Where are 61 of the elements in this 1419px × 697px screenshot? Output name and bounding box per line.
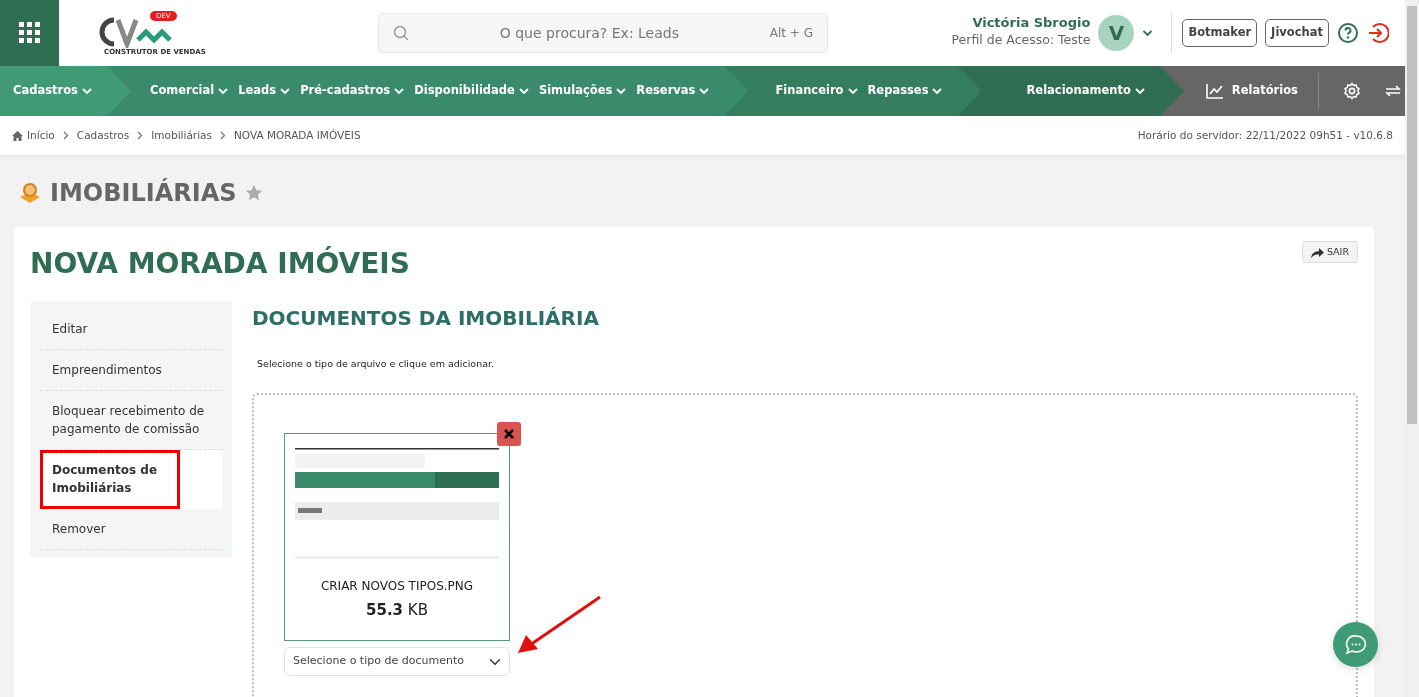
apps-grid-icon[interactable]	[18, 22, 41, 44]
menu-item[interactable]: Pré-cadastros	[295, 82, 410, 100]
chevron-right-icon	[220, 131, 226, 141]
menu-item[interactable]: Disponibilidade	[409, 82, 534, 100]
menu-item[interactable]: Leads	[233, 82, 296, 100]
user-avatar[interactable]: V	[1098, 15, 1135, 51]
breadcrumb-link[interactable]: Cadastros	[76, 127, 130, 144]
sidebar-item[interactable]: Empreendimentos	[40, 350, 222, 391]
file-name: CRIAR NOVOS TIPOS.PNG	[319, 578, 475, 596]
document-type-select[interactable]: Selecione o tipo de documento	[284, 647, 510, 676]
search-field[interactable]: O que procura? Ex: Leads Alt + G	[378, 13, 828, 53]
page-title: IMOBILIÁRIAS	[50, 177, 237, 209]
star-icon[interactable]	[244, 184, 263, 202]
chevron-icon	[932, 87, 943, 95]
menu-item[interactable]: Repasses	[862, 82, 948, 100]
chat-bubble-icon	[1344, 633, 1367, 656]
section-title: DOCUMENTOS DA IMOBILIÁRIA	[252, 305, 600, 332]
breadcrumb-link[interactable]: Início	[27, 127, 55, 144]
home-icon	[12, 130, 23, 141]
share-arrow-icon	[1310, 247, 1324, 258]
record-title: NOVA MORADA IMÓVEIS	[30, 245, 410, 282]
chevron-icon	[1134, 87, 1145, 95]
reports-menu-item[interactable]: Relatórios	[1185, 82, 1318, 100]
menu-item[interactable]: Financeiro	[770, 82, 863, 100]
access-profile: Perfil de Acesso: Teste	[951, 30, 1091, 49]
help-icon[interactable]	[1337, 22, 1359, 44]
search-input[interactable]: O que procura? Ex: Leads	[417, 21, 762, 45]
settings-icon[interactable]	[1342, 82, 1361, 100]
chevron-icon	[518, 87, 529, 95]
breadcrumb-link[interactable]: Imobiliárias	[151, 127, 212, 144]
exit-button[interactable]: SAIR	[1301, 241, 1358, 264]
remove-button[interactable]	[497, 422, 521, 447]
chat-integration-button[interactable]: Botmaker	[1182, 19, 1258, 47]
chevron-icon	[616, 87, 627, 95]
breadcrumb-current: NOVA MORADA IMÓVEIS	[234, 127, 361, 143]
sidebar-item[interactable]: Editar	[40, 309, 222, 350]
chevron-icon	[847, 87, 858, 95]
chevron-right-icon	[62, 131, 69, 141]
logout-icon[interactable]	[1367, 22, 1389, 44]
swap-icon[interactable]	[1384, 85, 1401, 97]
menu-item[interactable]: Simulações	[533, 82, 632, 100]
menu-item[interactable]: Comercial	[144, 82, 234, 100]
chevron-icon[interactable]	[1142, 30, 1154, 38]
file-size: 55.3 KB	[365, 600, 429, 622]
chevron-right-icon	[137, 131, 144, 141]
user-name: Victória Sbrogio	[971, 16, 1091, 31]
search-icon	[393, 25, 409, 41]
sidebar-item[interactable]: Documentos de Imobiliárias	[40, 450, 180, 509]
menu-item[interactable]: Reservas	[631, 82, 715, 100]
chevron-icon	[280, 87, 291, 95]
server-time: Horário do servidor: 22/11/2022 09h51 - v10.6.8	[1137, 127, 1393, 143]
shortcut-hint: Alt + G	[769, 25, 813, 42]
instruction-text: Selecione o tipo de arquivo e clique em adicionar.	[257, 357, 496, 371]
close-icon	[504, 429, 514, 440]
chat-integration-button[interactable]: Jivochat	[1265, 19, 1329, 47]
chevron-icon	[394, 87, 405, 95]
chart-icon	[1205, 83, 1224, 99]
chevron-icon	[218, 87, 229, 95]
sidebar-item[interactable]: Remover	[40, 509, 222, 550]
chevron-icon	[81, 87, 92, 95]
chevron-icon	[699, 87, 710, 95]
